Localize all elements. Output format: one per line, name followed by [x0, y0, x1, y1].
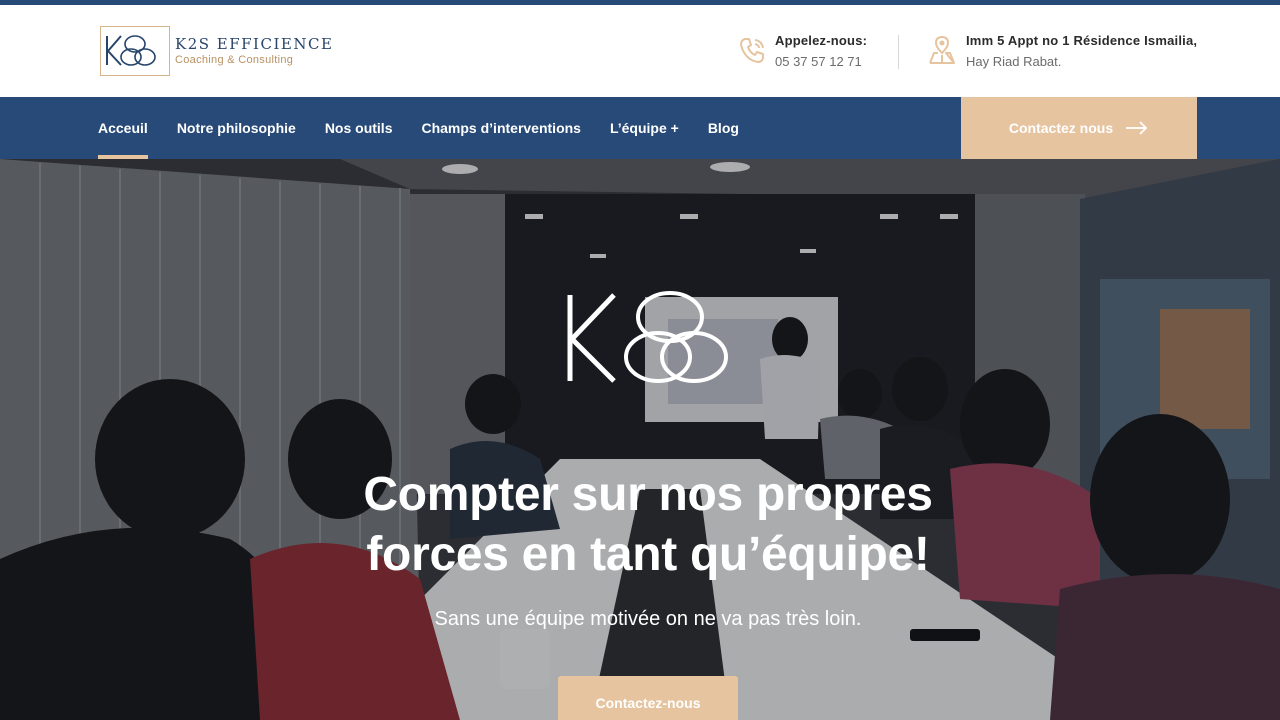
brand-logo[interactable]: K2S EFFICIENCE Coaching & Consulting — [100, 26, 333, 76]
site-header: K2S EFFICIENCE Coaching & Consulting App… — [0, 5, 1280, 97]
arrow-right-icon — [1126, 121, 1148, 135]
brand-tagline: Coaching & Consulting — [175, 54, 294, 66]
address-line-1: Imm 5 Appt no 1 Résidence Ismailia, — [966, 33, 1198, 48]
nav-item-acceuil[interactable]: Acceuil — [98, 97, 148, 159]
hero-subtitle: Sans une équipe motivée on ne va pas trè… — [434, 608, 862, 630]
hero-dark-overlay — [0, 159, 1280, 720]
nav-item-nos-outils[interactable]: Nos outils — [325, 97, 393, 159]
hero-section: Compter sur nos propres forces en tant q… — [0, 159, 1280, 720]
phone-title: Appelez-nous: — [775, 33, 868, 48]
main-navigation: Acceuil Notre philosophie Nos outils Cha… — [0, 97, 1280, 159]
address-line-2: Hay Riad Rabat. — [966, 54, 1062, 69]
nav-item-equipe[interactable]: L’équipe + — [610, 97, 679, 159]
k2s-logo-icon — [566, 289, 728, 387]
hero-contact-button[interactable]: Contactez-nous — [558, 676, 738, 720]
phone-contact[interactable]: Appelez-nous: 05 37 57 12 71 — [737, 31, 867, 73]
hero-title: Compter sur nos propres forces en tant q… — [0, 465, 1280, 585]
phone-number[interactable]: 05 37 57 12 71 — [775, 51, 867, 73]
map-pin-icon — [928, 35, 958, 65]
hero-title-line-2: forces en tant qu’équipe! — [366, 528, 930, 581]
contact-us-nav-button[interactable]: Contactez nous — [961, 97, 1197, 159]
hero-title-line-1: Compter sur nos propres — [363, 468, 933, 521]
address-contact: Imm 5 Appt no 1 Résidence Ismailia, Hay … — [928, 31, 1197, 73]
nav-item-notre-philosophie[interactable]: Notre philosophie — [177, 97, 296, 159]
header-divider — [898, 35, 899, 69]
brand-name: K2S EFFICIENCE — [175, 35, 334, 53]
phone-icon — [737, 35, 767, 65]
contact-us-nav-label: Contactez nous — [1008, 120, 1114, 136]
nav-item-champs-interventions[interactable]: Champs d’interventions — [421, 97, 580, 159]
nav-item-blog[interactable]: Blog — [708, 97, 739, 159]
logo-mark-icon — [100, 26, 170, 76]
